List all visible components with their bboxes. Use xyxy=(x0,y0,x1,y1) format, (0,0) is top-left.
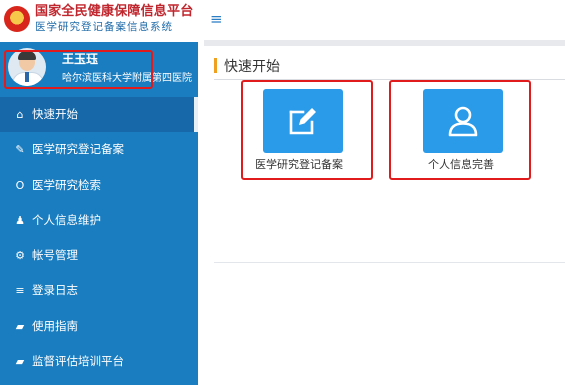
sidebar-item-label: 使用指南 xyxy=(32,319,78,333)
book-icon: ▰ xyxy=(15,355,25,368)
sidebar-item-label: 监督评估培训平台 xyxy=(32,354,124,368)
highlight-box-research-registration xyxy=(241,80,373,180)
gears-icon: ⚙ xyxy=(15,249,25,262)
panel-header: 快速开始 xyxy=(214,53,565,80)
national-emblem-icon xyxy=(4,6,30,32)
menu-toggle-icon[interactable]: ≡ xyxy=(210,11,223,27)
logo-area: 国家全民健康保障信息平台 医学研究登记备案信息系统 xyxy=(0,0,204,42)
content-top-strip xyxy=(204,40,565,46)
panel-accent-bar xyxy=(214,58,217,73)
sidebar-item-label: 医学研究检索 xyxy=(32,178,101,192)
sidebar: 王玉珏 哈尔滨医科大学附属第四医院 ⌂ 快速开始 ✎ 医学研究登记备案 O 医学… xyxy=(0,42,198,385)
sidebar-item-user-guide[interactable]: ▰ 使用指南 xyxy=(0,309,198,344)
sidebar-item-research-search[interactable]: O 医学研究检索 xyxy=(0,168,198,203)
sidebar-item-label: 登录日志 xyxy=(32,283,78,297)
sidebar-item-label: 个人信息维护 xyxy=(32,213,101,227)
page-title: 快速开始 xyxy=(224,59,280,75)
book-icon: ▰ xyxy=(15,320,25,333)
sidebar-item-personal-info[interactable]: ♟ 个人信息维护 xyxy=(0,203,198,238)
pencil-icon: ✎ xyxy=(15,143,25,156)
sidebar-item-label: 帐号管理 xyxy=(32,248,78,262)
sidebar-item-account-management[interactable]: ⚙ 帐号管理 xyxy=(0,238,198,273)
sidebar-item-login-log[interactable]: ≡ 登录日志 xyxy=(0,273,198,308)
content-divider xyxy=(214,262,565,263)
sidebar-item-label: 医学研究登记备案 xyxy=(32,142,124,156)
user-icon: ♟ xyxy=(15,214,25,227)
highlight-box-quick-start xyxy=(4,50,153,89)
top-bar: 国家全民健康保障信息平台 医学研究登记备案信息系统 ≡ xyxy=(0,0,565,42)
home-icon: ⌂ xyxy=(16,108,24,121)
search-circle-icon: O xyxy=(15,179,25,192)
list-icon: ≡ xyxy=(15,284,25,297)
sidebar-item-training-platform[interactable]: ▰ 监督评估培训平台 xyxy=(0,344,198,379)
sidebar-item-research-registration[interactable]: ✎ 医学研究登记备案 xyxy=(0,132,198,167)
sidebar-item-label: 快速开始 xyxy=(32,107,78,121)
highlight-box-personal-info xyxy=(389,80,531,180)
system-title: 国家全民健康保障信息平台 xyxy=(35,4,194,19)
sidebar-item-quick-start[interactable]: ⌂ 快速开始 xyxy=(0,97,198,132)
system-subtitle: 医学研究登记备案信息系统 xyxy=(35,21,173,33)
